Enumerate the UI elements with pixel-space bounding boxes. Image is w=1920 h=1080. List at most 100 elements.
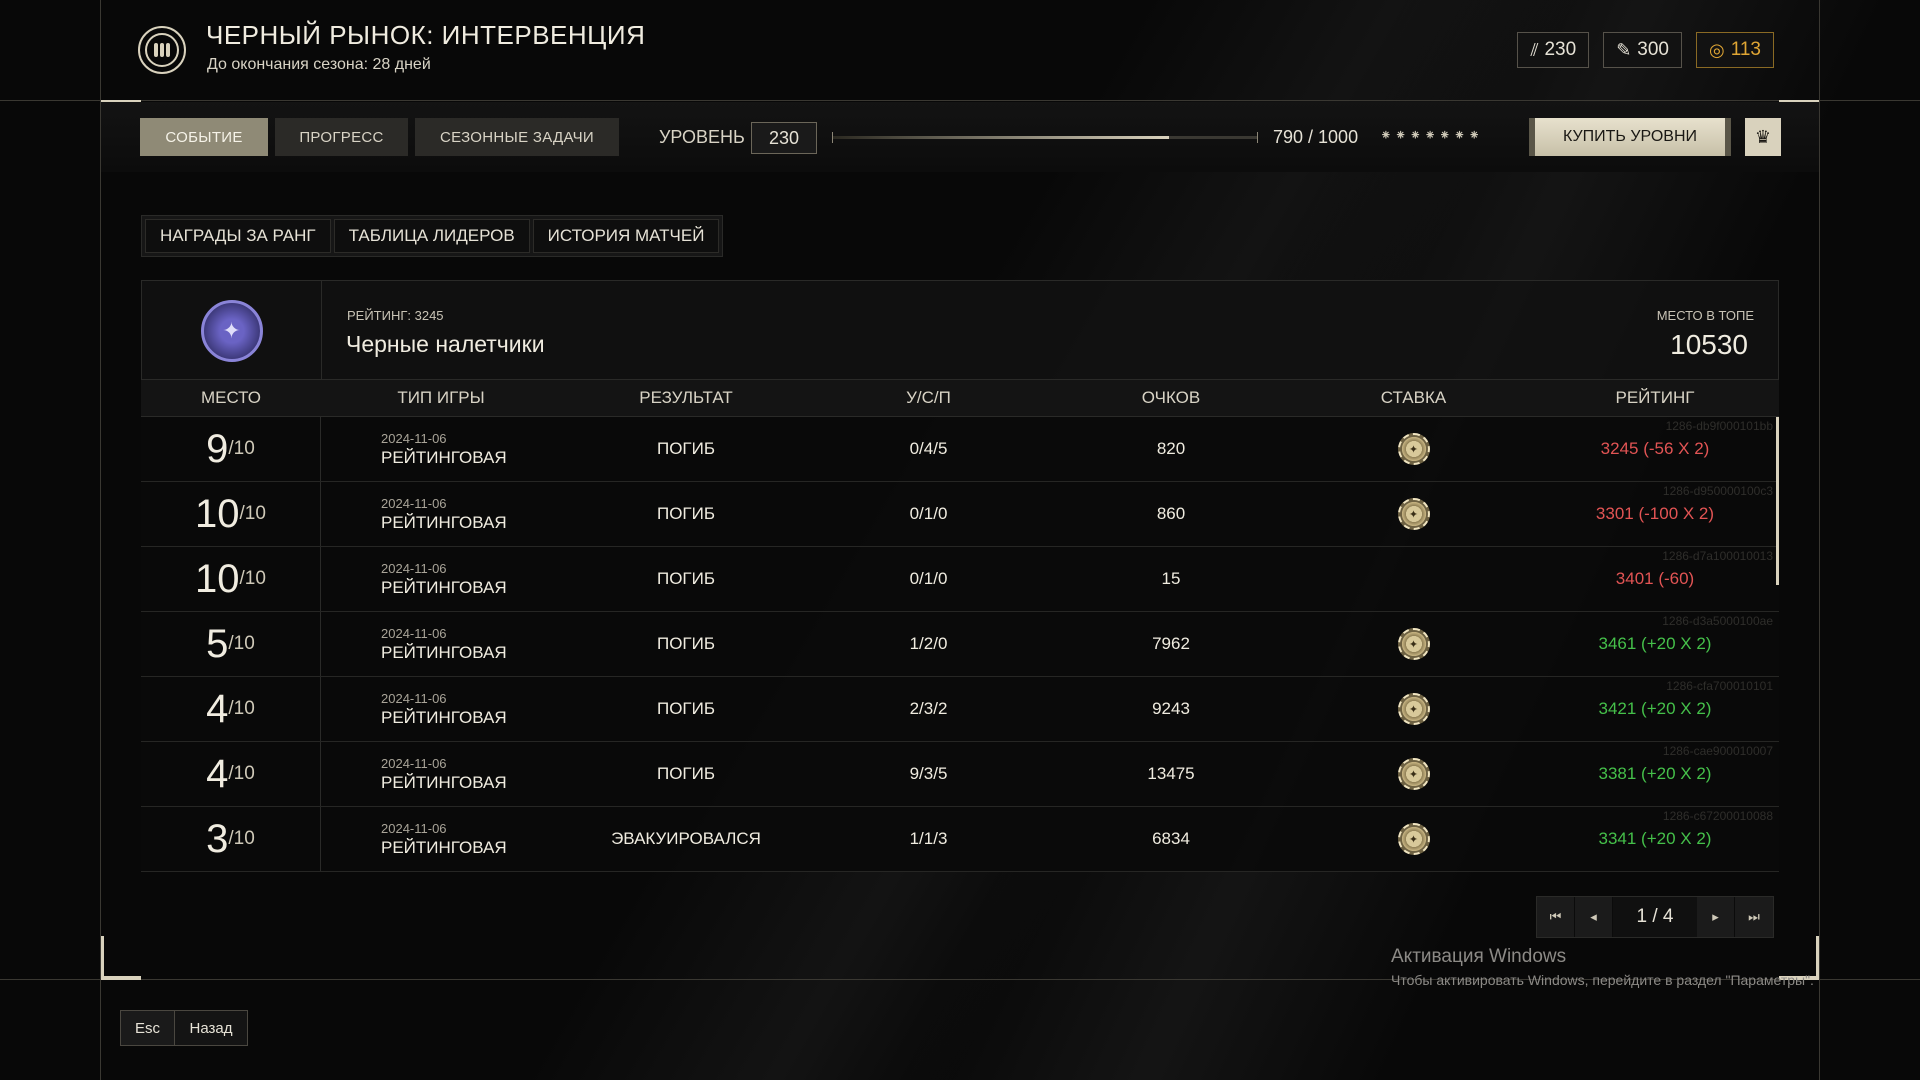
match-date: 2024-11-06	[381, 690, 447, 706]
match-result: ПОГИБ	[656, 764, 716, 783]
frame-corner	[101, 976, 141, 980]
subtab-match-history[interactable]: ИСТОРИЯ МАТЧЕЙ	[532, 219, 720, 253]
xp-progress-bar	[832, 132, 1258, 143]
place-value: 5	[206, 621, 229, 666]
match-score: 820	[1156, 439, 1186, 458]
place-total: /10	[228, 438, 255, 459]
first-page-button[interactable]: ⏮	[1537, 897, 1575, 937]
match-date: 2024-11-06	[381, 755, 447, 771]
match-rating: 3301 (-100 X 2)	[1595, 504, 1715, 523]
match-rating: 3341 (+20 X 2)	[1598, 829, 1712, 848]
top-place-label: МЕСТО В ТОПЕ	[1656, 308, 1754, 323]
tab-progress[interactable]: ПРОГРЕСС	[275, 118, 408, 156]
tab-season-tasks[interactable]: СЕЗОННЫЕ ЗАДАЧИ	[415, 118, 619, 156]
match-date: 2024-11-06	[381, 820, 447, 836]
currency-ammo[interactable]: ⫽ 230	[1517, 32, 1590, 68]
type-cell: 2024-11-06 РЕЙТИНГОВАЯ	[321, 496, 561, 533]
match-date: 2024-11-06	[381, 625, 447, 641]
place-cell: 4 /10	[141, 677, 321, 741]
place-value: 3	[206, 816, 229, 861]
match-type: РЕЙТИНГОВАЯ	[381, 512, 507, 532]
level-value: 230	[751, 122, 817, 154]
type-cell: 2024-11-06 РЕЙТИНГОВАЯ	[321, 691, 561, 728]
match-id: 1286-cae900010007	[1662, 744, 1773, 758]
coin-icon: ◎	[1708, 39, 1725, 60]
back-button[interactable]: Назад	[175, 1011, 247, 1045]
pagination: ⏮ ◂ 1 / 4 ▸ ⏭	[1536, 896, 1774, 938]
place-cell: 10 /10	[141, 547, 321, 611]
crown-icon[interactable]: ♛	[1745, 118, 1781, 156]
type-cell: 2024-11-06 РЕЙТИНГОВАЯ	[321, 431, 561, 468]
season-countdown: До окончания сезона: 28 дней	[207, 56, 431, 73]
frame-line-top	[0, 100, 1920, 101]
match-result: ПОГИБ	[656, 569, 716, 588]
match-result: ПОГИБ	[656, 439, 716, 458]
type-cell: 2024-11-06 РЕЙТИНГОВАЯ	[321, 626, 561, 663]
bet-cell: ✦	[1296, 498, 1531, 530]
match-result: ПОГИБ	[656, 699, 716, 718]
level-label: УРОВЕНЬ	[659, 127, 745, 147]
table-row[interactable]: 9 /10 2024-11-06 РЕЙТИНГОВАЯ ПОГИБ 0/4/5…	[141, 417, 1779, 482]
match-result: ЭВАКУИРОВАЛСЯ	[611, 829, 761, 848]
match-rating: 3245 (-56 X 2)	[1600, 439, 1710, 458]
next-page-button[interactable]: ▸	[1697, 897, 1735, 937]
match-score: 860	[1156, 504, 1186, 523]
esc-key-button[interactable]: Esc	[121, 1011, 175, 1045]
xp-text: 790 / 1000	[1273, 127, 1359, 147]
place-total: /10	[228, 633, 255, 654]
table-row[interactable]: 4 /10 2024-11-06 РЕЙТИНГОВАЯ ПОГИБ 2/3/2…	[141, 677, 1779, 742]
place-cell: 5 /10	[141, 612, 321, 676]
match-score: 13475	[1147, 764, 1195, 783]
buy-levels-button[interactable]: КУПИТЬ УРОВНИ	[1529, 118, 1731, 156]
match-score: 6834	[1152, 829, 1190, 848]
col-kda: У/С/П	[906, 388, 951, 407]
table-row[interactable]: 3 /10 2024-11-06 РЕЙТИНГОВАЯ ЭВАКУИРОВАЛ…	[141, 807, 1779, 872]
bet-chip-icon: ✦	[1397, 628, 1430, 660]
match-date: 2024-11-06	[381, 495, 447, 511]
subtab-leaderboard[interactable]: ТАБЛИЦА ЛИДЕРОВ	[333, 219, 530, 253]
table-row[interactable]: 10 /10 2024-11-06 РЕЙТИНГОВАЯ ПОГИБ 0/1/…	[141, 482, 1779, 547]
bet-cell: ✦	[1296, 758, 1531, 790]
team-emblem-icon: ✦	[200, 300, 263, 362]
place-total: /10	[228, 828, 255, 849]
table-header: МЕСТО ТИП ИГРЫ РЕЗУЛЬТАТ У/С/П ОЧКОВ СТА…	[141, 380, 1779, 417]
prev-page-button[interactable]: ◂	[1575, 897, 1613, 937]
match-rating: 3401 (-60)	[1615, 569, 1695, 588]
subtab-rank-rewards[interactable]: НАГРАДЫ ЗА РАНГ	[145, 219, 331, 253]
match-kda: 0/1/0	[909, 504, 948, 523]
match-result: ПОГИБ	[656, 504, 716, 523]
match-type: РЕЙТИНГОВАЯ	[381, 577, 507, 597]
match-score: 9243	[1152, 699, 1190, 718]
table-row[interactable]: 10 /10 2024-11-06 РЕЙТИНГОВАЯ ПОГИБ 0/1/…	[141, 547, 1779, 612]
windows-activation-text: Чтобы активировать Windows, перейдите в …	[1391, 972, 1814, 988]
table-row[interactable]: 5 /10 2024-11-06 РЕЙТИНГОВАЯ ПОГИБ 1/2/0…	[141, 612, 1779, 677]
place-total: /10	[228, 763, 255, 784]
col-rating: РЕЙТИНГ	[1615, 388, 1695, 407]
bet-cell: ✦	[1296, 628, 1531, 660]
ammo-icon: ⫽	[1530, 39, 1539, 60]
team-emblem: ✦	[142, 281, 322, 381]
place-cell: 3 /10	[141, 807, 321, 871]
ticket-icon: ✎	[1616, 39, 1632, 60]
bet-chip-icon: ✦	[1397, 693, 1430, 725]
bet-chip-icon: ✦	[1397, 823, 1430, 855]
table-scrollbar[interactable]	[1776, 417, 1779, 585]
match-rating: 3461 (+20 X 2)	[1598, 634, 1712, 653]
type-cell: 2024-11-06 РЕЙТИНГОВАЯ	[321, 561, 561, 598]
table-row[interactable]: 4 /10 2024-11-06 РЕЙТИНГОВАЯ ПОГИБ 9/3/5…	[141, 742, 1779, 807]
match-history-table: МЕСТО ТИП ИГРЫ РЕЗУЛЬТАТ У/С/П ОЧКОВ СТА…	[141, 380, 1779, 884]
col-type: ТИП ИГРЫ	[397, 388, 485, 407]
match-type: РЕЙТИНГОВАЯ	[381, 837, 507, 857]
currency-coin[interactable]: ◎ 113	[1695, 32, 1774, 68]
currency-ticket[interactable]: ✎ 300	[1603, 32, 1682, 68]
place-total: /10	[228, 698, 255, 719]
rank-stars: ⁕⁕⁕⁕⁕⁕⁕	[1380, 127, 1484, 143]
match-score: 15	[1161, 569, 1181, 588]
tab-event[interactable]: СОБЫТИЕ	[140, 118, 268, 156]
col-place: МЕСТО	[200, 388, 262, 407]
match-id: 1286-cfa700010101	[1666, 679, 1773, 693]
place-total: /10	[239, 568, 266, 589]
windows-activation-title: Активация Windows	[1391, 946, 1567, 967]
last-page-button[interactable]: ⏭	[1735, 897, 1773, 937]
place-value: 4	[206, 686, 229, 731]
